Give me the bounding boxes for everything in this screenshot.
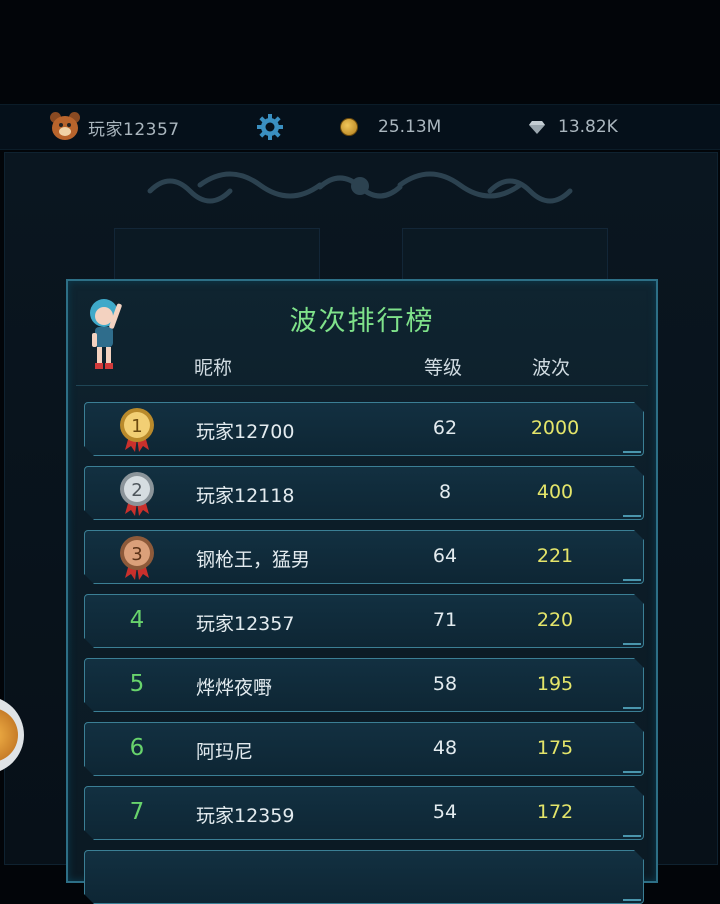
- row-nickname: 烨烨夜嘢: [196, 677, 273, 699]
- diamond-icon: [529, 121, 545, 134]
- row-level: 54: [432, 801, 458, 823]
- row-nickname: 玩家12359: [196, 805, 295, 827]
- rank-number: 3: [131, 544, 143, 565]
- row-nickname: 玩家12357: [196, 613, 295, 635]
- column-header-nickname: 昵称: [194, 357, 233, 379]
- coin-amount: 25.13M: [378, 117, 442, 137]
- wave-leaderboard-panel: 波次排行榜 昵称 等级 波次 1 玩家12700 62 2000 2 玩家121…: [66, 279, 658, 883]
- row-level: 62: [432, 417, 458, 439]
- row-nickname: 钢枪王，猛男: [196, 549, 311, 571]
- row-wave: 220: [536, 609, 574, 631]
- leaderboard-row[interactable]: 7 玩家12359 54 172: [84, 786, 644, 840]
- leaderboard-row[interactable]: 2 玩家12118 8 400: [84, 466, 644, 520]
- gem-amount: 13.82K: [558, 117, 618, 137]
- leaderboard-row[interactable]: 1 玩家12700 62 2000: [84, 402, 644, 456]
- row-nickname: 玩家12700: [196, 421, 295, 443]
- row-level: 64: [432, 545, 458, 567]
- leaderboard-row[interactable]: 4 玩家12357 71 220: [84, 594, 644, 648]
- rank-number: 2: [131, 480, 143, 501]
- row-level: 71: [432, 609, 458, 631]
- rank-number: 5: [129, 671, 145, 697]
- coin-balance: 25.13M: [340, 105, 441, 149]
- column-header-wave: 波次: [532, 357, 571, 379]
- rank-number: 1: [131, 416, 143, 437]
- row-level: 58: [432, 673, 458, 695]
- settings-button[interactable]: [255, 105, 285, 149]
- leaderboard-title: 波次排行榜: [289, 306, 435, 337]
- leaderboard-row-partial[interactable]: [84, 850, 644, 904]
- gear-icon[interactable]: [255, 112, 285, 142]
- row-wave: 175: [536, 737, 574, 759]
- coin-icon: [340, 118, 358, 136]
- rank-number: 6: [129, 735, 145, 761]
- rank-number: 4: [129, 607, 145, 633]
- column-header-level: 等级: [424, 357, 463, 379]
- player-profile[interactable]: 玩家12357: [50, 105, 180, 149]
- leaderboard-row[interactable]: 3 钢枪王，猛男 64 221: [84, 530, 644, 584]
- row-wave: 195: [536, 673, 574, 695]
- rank-number: 7: [129, 799, 145, 825]
- row-nickname: 玩家12118: [196, 485, 295, 507]
- row-nickname: 阿玛尼: [196, 741, 254, 763]
- top-status-bar: 玩家12357 25.13M 13.82K: [0, 104, 720, 150]
- header-divider: [76, 385, 648, 386]
- row-wave: 221: [536, 545, 574, 567]
- row-wave: 2000: [530, 417, 580, 439]
- player-name: 玩家12357: [88, 119, 180, 140]
- leaderboard-row[interactable]: 5 烨烨夜嘢 58 195: [84, 658, 644, 712]
- gem-balance: 13.82K: [528, 105, 618, 149]
- leaderboard-row[interactable]: 6 阿玛尼 48 175: [84, 722, 644, 776]
- row-wave: 172: [536, 801, 574, 823]
- row-wave: 400: [536, 481, 574, 503]
- row-level: 8: [438, 481, 452, 503]
- cloud-ornament: [147, 171, 573, 204]
- bear-avatar-icon[interactable]: [50, 112, 80, 142]
- row-level: 48: [432, 737, 458, 759]
